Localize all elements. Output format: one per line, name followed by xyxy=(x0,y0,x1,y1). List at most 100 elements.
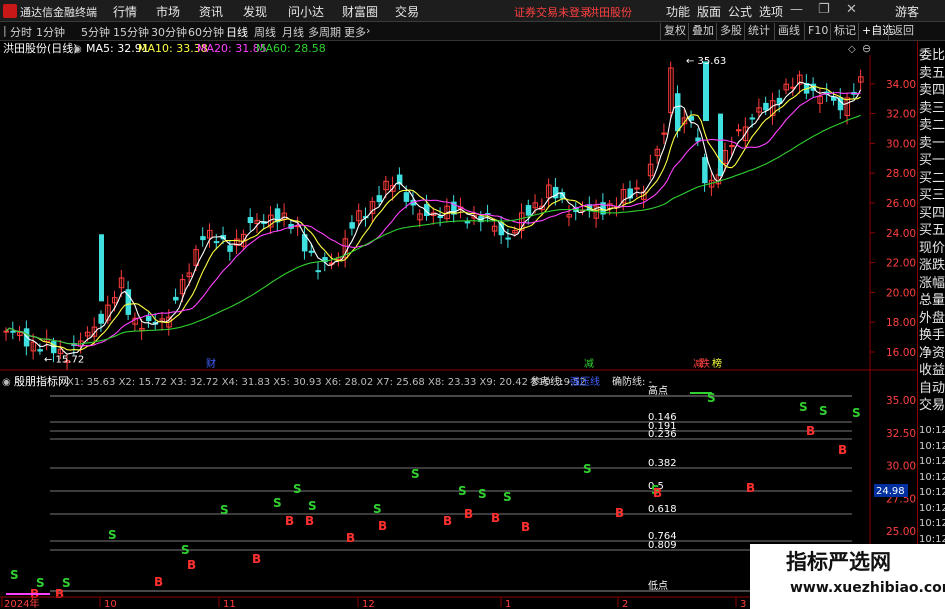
candle-body xyxy=(634,187,640,190)
tab-5min[interactable]: 5分钟 xyxy=(81,24,110,40)
chart-settings-icon[interactable]: ◉ xyxy=(73,44,82,55)
user-guest[interactable]: 游客 xyxy=(895,3,919,20)
buy-signal: B xyxy=(187,558,196,572)
quote-label: 卖一 xyxy=(919,135,945,151)
buy-signal: B xyxy=(806,424,815,438)
buy-signal: B xyxy=(653,486,662,500)
menu-item-market-board[interactable]: 市场 xyxy=(156,3,180,20)
tab-30min[interactable]: 30分钟 xyxy=(151,24,187,40)
price-tick-label: 24.00 xyxy=(886,228,916,240)
ref-line-label: 参考线: - xyxy=(530,375,571,388)
menu-item-layout[interactable]: 版面 xyxy=(697,3,721,20)
event-marker[interactable]: 跌 xyxy=(700,357,710,370)
event-marker[interactable]: 财 xyxy=(206,357,216,370)
buy-signal: B xyxy=(154,575,163,589)
sell-signal: S xyxy=(411,467,420,481)
event-marker[interactable]: 榜 xyxy=(712,357,722,370)
candle-body xyxy=(525,205,532,216)
quote-label: 涨幅 xyxy=(919,275,945,291)
button-back[interactable]: 返回 xyxy=(888,23,917,40)
quote-label: 卖五 xyxy=(919,65,945,81)
button-draw[interactable]: 画线 xyxy=(774,23,803,40)
menu-item-news[interactable]: 资讯 xyxy=(199,3,223,20)
minimize-icon[interactable]: — xyxy=(790,2,803,17)
indicator-header: X1: 35.63 X2: 15.72 X3: 32.72 X4: 31.83 … xyxy=(67,377,586,388)
tab-more[interactable]: 更多 xyxy=(344,24,366,40)
panel-collapse-icon[interactable]: ⊖ xyxy=(862,42,871,55)
app-title: 通达信金融终端 xyxy=(20,6,97,19)
sell-signal: S xyxy=(10,568,19,582)
sell-signal: S xyxy=(799,400,808,414)
tab-timeshare[interactable]: 分时 xyxy=(10,24,32,40)
tab-60min[interactable]: 60分钟 xyxy=(188,24,224,40)
menu-item-formula[interactable]: 公式 xyxy=(728,3,752,20)
price-tick-label: 22.00 xyxy=(886,258,916,270)
sell-signal: S xyxy=(308,499,317,513)
chart-svg[interactable]: 洪田股份(日线) MA5: 32.91 MA10: 33.38 MA20: 31… xyxy=(0,41,917,609)
candle-body xyxy=(200,236,206,241)
sell-signal: S xyxy=(583,462,592,476)
button-mark[interactable]: 标记 xyxy=(830,23,859,40)
button-restore-rights[interactable]: 复权 xyxy=(660,23,689,40)
quote-label: 现价 xyxy=(919,240,945,256)
sell-signal: S xyxy=(181,543,190,557)
button-f10[interactable]: F10 xyxy=(804,23,831,40)
buy-signal: B xyxy=(746,481,755,495)
trade-time: 10:12 xyxy=(919,440,945,452)
quote-panel: 委比 卖五 卖四 卖三 卖二 卖一 买一 买二 买三 买四 买五 现价 涨跌 涨幅 总量 外盘 换手 净资 收益 自动… xyxy=(917,41,945,609)
price-tick-label: 20.00 xyxy=(886,287,916,299)
event-marker[interactable]: 减 xyxy=(584,358,594,370)
quote-label: 换手 xyxy=(919,328,945,343)
quote-label: 卖三 xyxy=(919,100,945,116)
date-tick-label: 2024年 xyxy=(4,597,39,609)
buy-signal: B xyxy=(464,507,473,521)
sell-signal: S xyxy=(458,484,467,498)
menu-item-trade[interactable]: 交易 xyxy=(395,3,419,20)
quote-label: 买一 xyxy=(919,153,945,168)
price-chart-title: 洪田股份(日线) xyxy=(3,41,78,55)
more-chevron-icon[interactable]: › xyxy=(366,24,370,37)
tab-weekly[interactable]: 周线 xyxy=(254,24,276,40)
menu-item-function[interactable]: 功能 xyxy=(666,3,690,20)
indicator-tick-label: 32.50 xyxy=(886,428,916,440)
restore-icon[interactable]: ❐ xyxy=(818,2,830,17)
sell-signal: S xyxy=(478,487,487,501)
button-statistics[interactable]: 统计 xyxy=(744,23,773,40)
tab-15min[interactable]: 15分钟 xyxy=(113,24,149,40)
level-label: 高点 xyxy=(648,384,668,397)
candle-body xyxy=(98,313,104,324)
trade-time: 10:12 xyxy=(919,518,945,529)
menu-item-market[interactable]: 行情 xyxy=(113,3,137,20)
menu-item-wealth[interactable]: 财富圈 xyxy=(342,3,378,20)
button-overlay[interactable]: 叠加 xyxy=(688,23,717,40)
trade-time: 10:12 xyxy=(919,487,945,498)
tab-1min[interactable]: 1分钟 xyxy=(36,24,65,40)
sell-signal: S xyxy=(373,502,382,516)
buy-signal: B xyxy=(615,506,624,520)
buy-signal: B xyxy=(521,520,530,534)
candle-body xyxy=(173,296,179,301)
menu-item-ask[interactable]: 问小达 xyxy=(288,3,324,20)
tab-multi-period[interactable]: 多周期 xyxy=(308,24,341,40)
candle-body xyxy=(736,129,742,132)
quote-label: 净资 xyxy=(919,345,945,361)
level-label: 0.809 xyxy=(648,540,677,551)
panel-diamond-icon[interactable]: ◇ xyxy=(848,44,856,55)
tab-daily[interactable]: 日线 xyxy=(226,24,248,40)
candle-body xyxy=(749,117,756,120)
close-icon[interactable]: ✕ xyxy=(846,2,857,17)
tab-monthly[interactable]: 月线 xyxy=(282,24,304,40)
button-multi-stock[interactable]: 多股 xyxy=(716,23,745,40)
menu-item-discover[interactable]: 发现 xyxy=(243,3,267,20)
date-tick-label: 10 xyxy=(104,599,117,609)
menu-item-options[interactable]: 选项 xyxy=(759,3,783,20)
level-label: 0.382 xyxy=(648,458,677,469)
login-warning[interactable]: 证券交易未登录 xyxy=(514,4,591,20)
indicator-tick-label: 25.00 xyxy=(886,526,916,538)
indicator-settings-icon[interactable]: ◉ xyxy=(2,377,11,388)
sell-signal: S xyxy=(852,406,861,420)
quote-label: 买三 xyxy=(919,188,945,203)
indicator-tick-label: 35.00 xyxy=(886,395,916,407)
chart-area[interactable]: 洪田股份(日线) MA5: 32.91 MA10: 33.38 MA20: 31… xyxy=(0,41,917,609)
trade-time: 10:12 xyxy=(919,533,945,545)
